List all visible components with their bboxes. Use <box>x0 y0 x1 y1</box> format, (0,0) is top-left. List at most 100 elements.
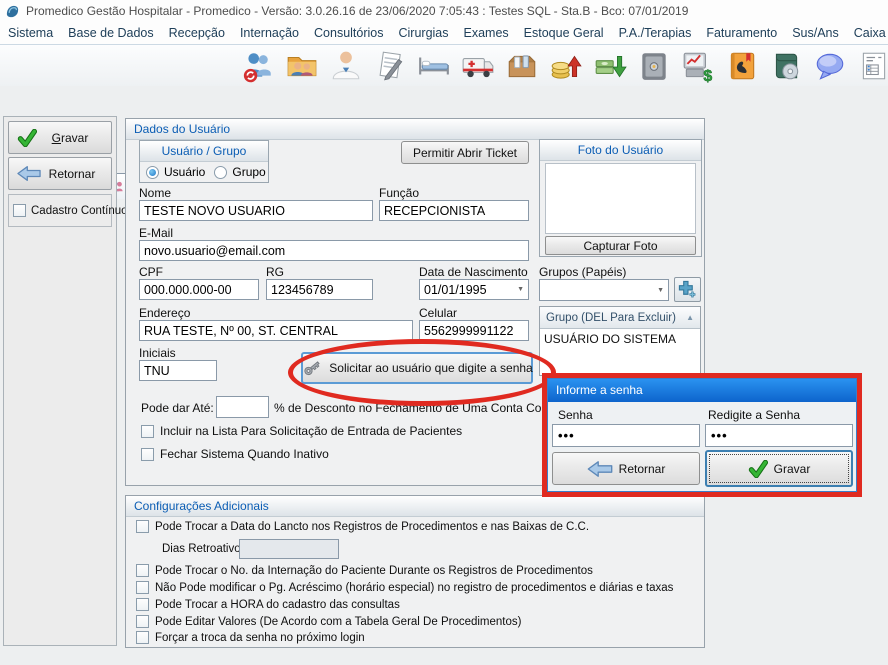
menu-item-base-de-dados[interactable]: Base de Dados <box>68 26 153 40</box>
add-group-button[interactable] <box>674 277 701 302</box>
config-row-2: Pode Trocar o No. da Internação do Pacie… <box>136 564 593 577</box>
revenue-up-icon[interactable] <box>546 46 586 86</box>
key-icon <box>301 357 323 379</box>
chevron-down-icon: ▼ <box>657 287 664 294</box>
config-row-1: Pode Trocar a Data do Lancto nos Registr… <box>136 520 589 533</box>
cadastro-continuo-checkbox[interactable] <box>13 204 26 217</box>
check-icon <box>748 460 768 478</box>
email-input[interactable] <box>139 240 529 261</box>
nascimento-combo[interactable]: 01/01/1995 ▼ <box>419 279 529 300</box>
retornar-button-label: Retornar <box>41 167 103 181</box>
forcar-troca-senha-checkbox[interactable] <box>136 631 149 644</box>
iniciais-input[interactable] <box>139 360 217 381</box>
menu-item-sus-ans[interactable]: Sus/Ans <box>792 26 839 40</box>
nome-input[interactable] <box>139 200 373 221</box>
trocar-data-lancto-checkbox[interactable] <box>136 520 149 533</box>
config-row-6: Forçar a troca da senha no próximo login <box>136 631 365 644</box>
endereco-label: Endereço <box>139 306 190 320</box>
cadastro-continuo-label: Cadastro Contínuo <box>31 205 128 217</box>
funcao-input[interactable] <box>379 200 529 221</box>
configuracoes-adicionais-panel: Configurações Adicionais Pode Trocar a D… <box>125 495 705 648</box>
menu-item-recepcao[interactable]: Recepção <box>169 26 225 40</box>
config-row-5: Pode Editar Valores (De Acordo com a Tab… <box>136 615 521 628</box>
fechar-sistema-row: Fechar Sistema Quando Inativo <box>141 447 329 461</box>
expense-down-icon[interactable] <box>590 46 630 86</box>
gravar-button-label: Gravar <box>37 131 103 145</box>
trocar-no-internacao-checkbox[interactable] <box>136 564 149 577</box>
menu-item-faturamento[interactable]: Faturamento <box>706 26 777 40</box>
menu-item-sistema[interactable]: Sistema <box>8 26 53 40</box>
endereco-input[interactable] <box>139 320 413 341</box>
rg-input[interactable] <box>266 279 373 300</box>
hospital-bed-icon[interactable] <box>414 46 454 86</box>
nome-label: Nome <box>139 186 171 200</box>
configuracoes-adicionais-header: Configurações Adicionais <box>126 496 704 517</box>
manual-cd-icon[interactable] <box>766 46 806 86</box>
nao-modificar-pg-checkbox[interactable] <box>136 581 149 594</box>
incluir-lista-checkbox[interactable] <box>141 425 154 438</box>
usuario-radio[interactable] <box>146 166 159 179</box>
foto-usuario-box: Foto do Usuário Capturar Foto <box>539 139 702 257</box>
cpf-input[interactable] <box>139 279 259 300</box>
fechar-sistema-checkbox[interactable] <box>141 448 154 461</box>
menu-item-pa-terapias[interactable]: P.A./Terapias <box>619 26 692 40</box>
redigite-senha-input[interactable] <box>705 424 853 447</box>
gravar-button[interactable]: Gravar <box>8 121 112 154</box>
menu-item-caixa[interactable]: Caixa <box>854 26 886 40</box>
safe-icon[interactable] <box>634 46 674 86</box>
menu-item-internacao[interactable]: Internação <box>240 26 299 40</box>
patients-folder-icon[interactable] <box>282 46 322 86</box>
trocar-hora-checkbox[interactable] <box>136 598 149 611</box>
dialog-retornar-label: Retornar <box>619 462 666 476</box>
grupos-combo[interactable]: ▼ <box>539 279 669 301</box>
grupo-list-row[interactable]: USUÁRIO DO SISTEMA <box>540 329 700 349</box>
retornar-button[interactable]: Retornar <box>8 157 112 190</box>
arrow-left-icon <box>17 165 41 182</box>
dias-retroativos-input[interactable] <box>239 539 339 559</box>
stock-box-icon[interactable] <box>502 46 542 86</box>
celular-label: Celular <box>419 306 457 320</box>
phone-book-icon[interactable] <box>722 46 762 86</box>
action-sidebar: Gravar Retornar Cadastro Contínuo <box>3 116 117 646</box>
redigite-senha-label: Redigite a Senha <box>708 408 800 422</box>
rg-label: RG <box>266 265 284 279</box>
celular-input[interactable] <box>419 320 529 341</box>
capturar-foto-button[interactable]: Capturar Foto <box>545 236 696 255</box>
senha-input[interactable] <box>552 424 700 447</box>
grupo-list-header[interactable]: Grupo (DEL Para Excluir) ▲ <box>540 307 700 329</box>
menu-bar: Sistema Base de Dados Recepção Internaçã… <box>0 22 888 44</box>
menu-item-consultorios[interactable]: Consultórios <box>314 26 383 40</box>
chat-icon[interactable] <box>810 46 850 86</box>
usuario-grupo-header: Usuário / Grupo <box>140 141 268 162</box>
cpf-label: CPF <box>139 265 163 279</box>
trocar-hora-label: Pode Trocar a HORA do cadastro das consu… <box>155 599 400 611</box>
editar-valores-checkbox[interactable] <box>136 615 149 628</box>
senha-label: Senha <box>558 408 593 422</box>
dialog-retornar-button[interactable]: Retornar <box>552 452 700 485</box>
tab-strip: Bem Vindo ✕ Usuários ✕ <box>0 86 888 113</box>
desconto-input[interactable] <box>216 396 269 418</box>
nascimento-label: Data de Nascimento <box>419 265 528 279</box>
dialog-gravar-button[interactable]: Gravar <box>705 450 853 487</box>
informe-senha-title: Informe a senha <box>548 379 856 402</box>
solicitar-senha-button[interactable]: Solicitar ao usuário que digite a senha <box>301 352 533 384</box>
forcar-troca-senha-label: Forçar a troca da senha no próximo login <box>155 632 365 644</box>
permitir-abrir-ticket-button[interactable]: Permitir Abrir Ticket <box>401 141 529 164</box>
config-row-4: Pode Trocar a HORA do cadastro das consu… <box>136 598 400 611</box>
doctor-icon[interactable] <box>326 46 366 86</box>
window-title: Promedico Gestão Hospitalar - Promedico … <box>26 4 688 18</box>
patients-sync-icon[interactable] <box>238 46 278 86</box>
medical-record-icon[interactable] <box>370 46 410 86</box>
funcao-label: Função <box>379 186 419 200</box>
ambulance-icon[interactable] <box>458 46 498 86</box>
solicitar-senha-label: Solicitar ao usuário que digite a senha <box>329 361 532 375</box>
menu-item-cirurgias[interactable]: Cirurgias <box>399 26 449 40</box>
menu-item-exames[interactable]: Exames <box>464 26 509 40</box>
report-form-icon[interactable] <box>854 46 888 86</box>
billing-terminal-icon[interactable]: $ <box>678 46 718 86</box>
nao-modificar-pg-label: Não Pode modificar o Pg. Acréscimo (horá… <box>155 582 673 594</box>
foto-usuario-header: Foto do Usuário <box>540 140 701 161</box>
menu-item-estoque-geral[interactable]: Estoque Geral <box>524 26 604 40</box>
config-row-3: Não Pode modificar o Pg. Acréscimo (horá… <box>136 581 673 594</box>
grupo-radio[interactable] <box>214 166 227 179</box>
